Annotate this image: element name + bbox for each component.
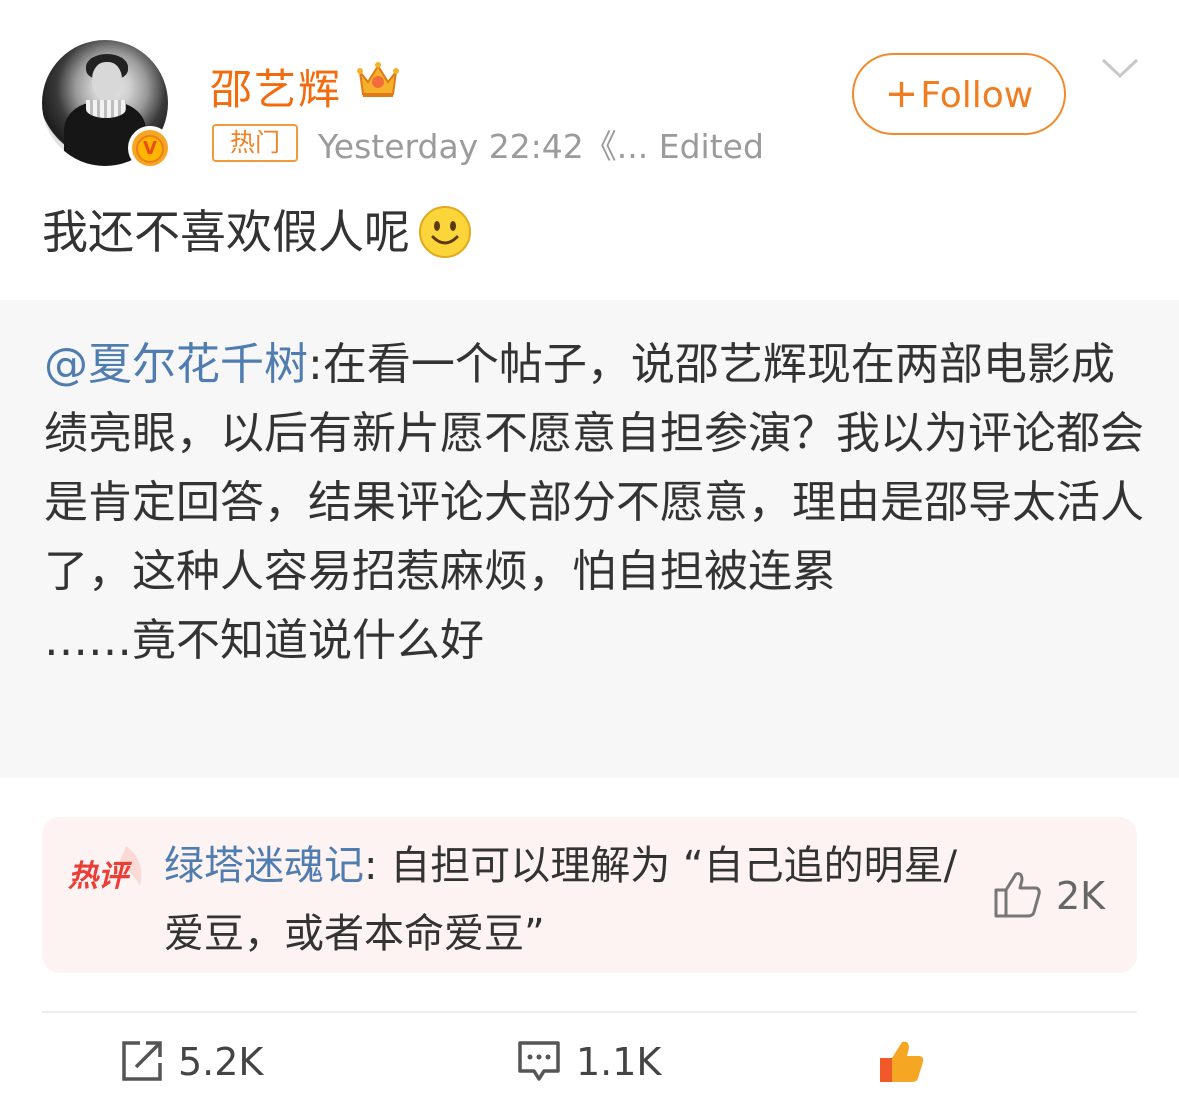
- smile-emoji: [419, 205, 471, 258]
- like-icon[interactable]: [992, 868, 1044, 920]
- hot-comment-text: 绿塔迷魂记: 自担可以理解为 “自己追的明星/爱豆，或者本命爱豆”: [164, 843, 958, 957]
- svg-text:热评: 热评: [67, 860, 133, 893]
- repost-text: @夏尔花千树:在看一个帖子，说邵艺辉现在两部电影成绩亮眼，以后有新片愿不愿意自担…: [44, 339, 1144, 666]
- hot-comment-user[interactable]: 绿塔迷魂记: [164, 843, 364, 889]
- crown-icon: [357, 62, 399, 97]
- comment-icon: [518, 1040, 560, 1081]
- share-button[interactable]: 5.2K: [120, 1040, 263, 1090]
- repost-mention[interactable]: @夏尔花千树: [44, 339, 308, 390]
- hot-comment-icon: 热评: [67, 846, 142, 893]
- like-button[interactable]: [878, 1040, 940, 1090]
- post-header: V 邵艺辉 热门 Yesterday 22:42《... Edited +Fol…: [0, 0, 1179, 180]
- post-meta[interactable]: Yesterday 22:42《... Edited: [318, 120, 764, 168]
- author-name[interactable]: 邵艺辉: [210, 56, 342, 117]
- divider: [42, 1011, 1137, 1013]
- post-text: 我还不喜欢假人呢: [42, 196, 472, 263]
- verified-badge-icon: V: [128, 126, 172, 170]
- share-icon: [122, 1040, 162, 1081]
- hot-comment-like-count: 2K: [1056, 874, 1106, 918]
- follow-button[interactable]: +Follow: [852, 53, 1066, 135]
- chevron-down-icon[interactable]: [1100, 52, 1140, 82]
- hot-tag: 热门: [212, 124, 298, 162]
- comment-button[interactable]: 1.1K: [516, 1040, 661, 1090]
- like-icon: [880, 1041, 924, 1082]
